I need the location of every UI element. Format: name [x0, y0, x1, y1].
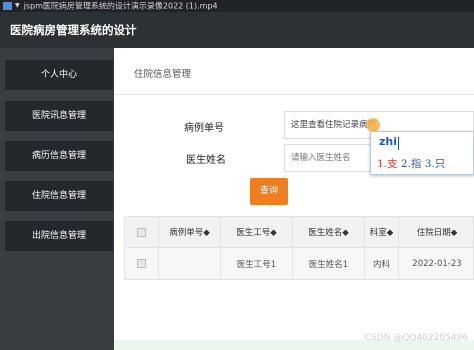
select-all-cell	[125, 217, 159, 247]
doctor-name-label: 医生姓名	[186, 155, 226, 166]
table-header: 病例单号◆ 医生工号◆ 医生姓名◆ 科室◆ 住院日期◆	[124, 216, 474, 248]
sidebar-item-label: 个人中心	[40, 70, 77, 80]
table-row[interactable]: 医生工号1 医生姓名1 内科 2022-01-23	[124, 248, 474, 280]
sidebar-item-label: 医院讯息管理	[31, 111, 86, 121]
sidebar-item-discharge-info[interactable]: 出院信息管理	[5, 221, 113, 251]
sidebar-item-personal-center[interactable]: 个人中心	[5, 60, 113, 90]
app-title: 医院病房管理系统的设计	[10, 23, 137, 37]
sidebar-item-label: 出院信息管理	[31, 231, 86, 241]
sidebar: 个人中心 医院讯息管理 病历信息管理 住院信息管理 出院信息管理	[0, 48, 114, 350]
sidebar-item-medical-records[interactable]: 病历信息管理	[5, 141, 113, 171]
row-select-cell	[125, 248, 159, 279]
sidebar-item-inpatient-info[interactable]: 住院信息管理	[5, 181, 113, 211]
video-title: jspm医院病房管理系统的设计演示录像2022 (1).mp4	[23, 1, 218, 11]
search-button[interactable]: 查询	[250, 178, 288, 205]
chevron-down-icon[interactable]: ▼	[15, 0, 20, 12]
ime-candidate-list[interactable]: 1.支 2.指 3.只	[377, 156, 445, 171]
column-header-department[interactable]: 科室◆	[365, 217, 399, 247]
row-checkbox[interactable]	[137, 259, 146, 268]
ime-candidate-rest[interactable]: 2.指 3.只	[398, 158, 445, 170]
sidebar-item-label: 住院信息管理	[31, 191, 86, 201]
ime-pinyin-input: zhi	[379, 135, 398, 148]
divider	[114, 94, 474, 95]
column-header-doctor-id[interactable]: 医生工号◆	[221, 217, 293, 247]
ime-candidate-first[interactable]: 1.支	[377, 158, 398, 170]
column-header-doctor-name[interactable]: 医生姓名◆	[293, 217, 365, 247]
page-title: 住院信息管理	[134, 69, 192, 80]
cell-doctor-name: 医生姓名1	[293, 248, 365, 279]
cell-doctor-id: 医生工号1	[221, 248, 293, 279]
cell-case-number	[159, 248, 221, 279]
cell-admission-date: 2022-01-23	[412, 258, 462, 269]
sidebar-item-label: 病历信息管理	[31, 151, 86, 161]
column-header-case-number[interactable]: 病例单号◆	[159, 217, 221, 247]
cell-department: 内科	[365, 248, 399, 279]
video-player-icon	[3, 2, 12, 10]
ime-candidate-popup[interactable]: zhi 1.支 2.指 3.只	[370, 131, 474, 175]
select-all-checkbox[interactable]	[137, 227, 146, 237]
case-number-label: 病例单号	[184, 123, 224, 134]
ime-caret	[398, 137, 399, 150]
mouse-cursor-highlight	[366, 118, 380, 132]
column-header-admission-date[interactable]: 住院日期◆	[399, 217, 474, 247]
main-content: 住院信息管理 病例单号 这里查看住院记录病例 医生姓名 请输入医生姓名 查询 病…	[114, 48, 474, 350]
watermark: CSDN @QQ402205496	[364, 333, 468, 343]
app-header: 医院病房管理系统的设计	[0, 12, 474, 48]
video-player-titlebar: ▼ jspm医院病房管理系统的设计演示录像2022 (1).mp4	[0, 0, 474, 12]
sidebar-item-hospital-news[interactable]: 医院讯息管理	[5, 101, 113, 131]
